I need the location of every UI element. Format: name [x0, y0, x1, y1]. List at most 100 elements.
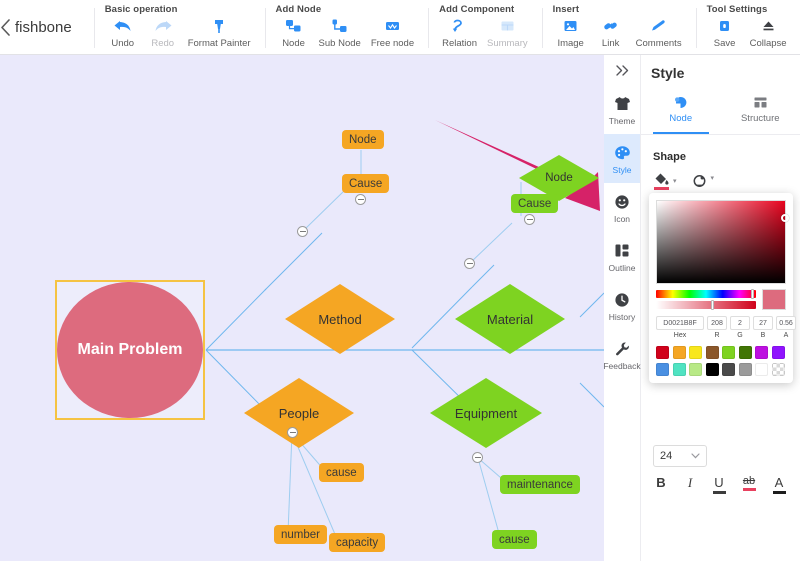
paint-brush-icon — [210, 16, 228, 36]
font-size-select[interactable]: 24 — [653, 445, 707, 467]
sidebar-item-theme[interactable]: Theme — [604, 85, 640, 134]
saturation-handle[interactable] — [781, 214, 789, 222]
collapse-label: Collapse — [749, 38, 787, 49]
sub-node-number[interactable]: number — [274, 525, 327, 544]
group-title: Tool Settings — [706, 4, 768, 15]
preset-swatch[interactable] — [738, 346, 752, 359]
sidebar-item-feedback[interactable]: Feedback — [603, 330, 641, 379]
preset-swatch[interactable] — [722, 362, 735, 376]
expand-panel-button[interactable] — [604, 55, 640, 85]
alpha-input[interactable] — [776, 316, 796, 330]
collapse-toggle[interactable] — [472, 452, 483, 463]
chevron-down-icon[interactable]: ▾ — [711, 174, 715, 182]
structure-grid-icon — [753, 94, 768, 111]
add-node-button[interactable]: Node — [274, 16, 314, 49]
preset-swatch[interactable] — [755, 346, 768, 359]
center-node[interactable]: Main Problem — [57, 282, 203, 418]
preset-swatch[interactable] — [722, 346, 735, 359]
branch-node-material[interactable]: Material — [455, 284, 565, 354]
font-color-button[interactable]: A — [771, 475, 787, 494]
hue-handle[interactable] — [751, 289, 754, 299]
preset-swatch[interactable] — [738, 362, 752, 376]
sidebar-item-label: Icon — [613, 213, 631, 224]
branch-node-equipment[interactable]: Equipment — [430, 378, 542, 448]
collapse-toggle[interactable] — [355, 194, 366, 205]
sub-node-cause-material[interactable]: Cause — [511, 194, 559, 213]
add-free-node-button[interactable]: Free node — [366, 16, 419, 49]
sub-node-cause-method[interactable]: Cause — [342, 174, 390, 193]
preset-swatch[interactable] — [689, 346, 702, 359]
document-title[interactable]: fishbone — [15, 0, 72, 55]
color-picker-popover[interactable]: Hex R G B A — [649, 193, 796, 383]
bold-button[interactable]: B — [653, 475, 669, 490]
sub-node-capacity[interactable]: capacity — [329, 533, 386, 552]
strikethrough-button[interactable]: ab — [740, 475, 758, 491]
preset-swatch[interactable] — [771, 362, 785, 376]
preset-swatch[interactable] — [672, 362, 686, 376]
collapse-toggle[interactable] — [524, 214, 535, 225]
saturation-value-area[interactable] — [656, 200, 789, 284]
fill-color-button[interactable]: ▾ — [653, 171, 677, 190]
hue-slider[interactable] — [656, 289, 756, 299]
free-node-icon — [384, 16, 401, 36]
save-button[interactable]: Save — [705, 16, 745, 49]
branch-node-people[interactable]: People — [244, 378, 354, 448]
font-size-value: 24 — [660, 450, 673, 462]
sub-node-node-left[interactable]: Node — [342, 130, 384, 149]
insert-link-button[interactable]: Link — [591, 16, 631, 49]
alpha-handle[interactable] — [711, 300, 714, 310]
font-color-label: A — [774, 475, 784, 490]
preset-swatch[interactable] — [755, 362, 768, 376]
format-painter-button[interactable]: Format Painter — [183, 16, 256, 49]
collapse-button[interactable]: Collapse — [745, 16, 792, 49]
sub-node-label: Cause — [349, 177, 383, 190]
italic-button[interactable]: I — [682, 475, 698, 491]
tab-node[interactable]: Node — [641, 91, 721, 134]
sidebar-item-outline[interactable]: Outline — [604, 232, 640, 281]
tab-structure[interactable]: Structure — [721, 91, 800, 134]
preset-swatch[interactable] — [656, 346, 669, 359]
summary-button[interactable]: Summary — [482, 16, 533, 49]
sidebar-item-style[interactable]: Style — [604, 134, 640, 183]
sub-node-maintenance[interactable]: maintenance — [500, 475, 580, 494]
undo-button[interactable]: Undo — [103, 16, 143, 49]
insert-image-button[interactable]: Image — [551, 16, 591, 49]
chevron-down-icon[interactable]: ▾ — [673, 177, 677, 185]
border-color-button[interactable]: ▾ — [691, 173, 715, 189]
redo-button[interactable]: Redo — [143, 16, 183, 49]
collapse-toggle[interactable] — [287, 427, 298, 438]
top-toolbar: fishbone Basic operation Undo Redo Forma… — [0, 0, 800, 55]
right-rail: Theme Style Icon Outline History Feedbac… — [603, 55, 641, 561]
relation-button[interactable]: Relation — [437, 16, 482, 49]
sidebar-item-icon[interactable]: Icon — [604, 183, 640, 232]
preset-swatch[interactable] — [656, 362, 669, 376]
node-icon — [285, 16, 302, 36]
sub-node-label: cause — [499, 533, 530, 546]
back-button[interactable] — [0, 0, 11, 55]
wrench-icon — [614, 339, 630, 359]
relation-arrow-icon — [451, 16, 468, 36]
tab-label: Node — [669, 113, 693, 124]
preset-swatch[interactable] — [705, 362, 719, 376]
insert-comments-button[interactable]: Comments — [631, 16, 687, 49]
preset-swatch[interactable] — [689, 362, 702, 376]
branch-node-method[interactable]: Method — [285, 284, 395, 354]
green-input[interactable] — [730, 316, 750, 330]
blue-input[interactable] — [753, 316, 773, 330]
collapse-toggle[interactable] — [297, 226, 308, 237]
sidebar-item-history[interactable]: History — [604, 281, 640, 330]
hex-input[interactable] — [656, 316, 704, 330]
underline-button[interactable]: U — [711, 475, 727, 494]
collapse-toggle[interactable] — [464, 258, 475, 269]
alpha-slider[interactable] — [656, 300, 756, 310]
preset-swatch[interactable] — [771, 346, 785, 359]
preset-swatch[interactable] — [705, 346, 719, 359]
green-label: G — [737, 332, 743, 339]
red-input[interactable] — [707, 316, 727, 330]
toolbar-group-insert: Insert Image Link Comments — [541, 0, 696, 55]
preset-swatch[interactable] — [672, 346, 686, 359]
sub-node-cause-people[interactable]: cause — [319, 463, 364, 482]
add-sub-node-button[interactable]: Sub Node — [314, 16, 366, 49]
sub-node-cause-equipment[interactable]: cause — [492, 530, 537, 549]
mindmap-canvas[interactable]: Main Problem Method Material People Equi… — [0, 55, 604, 561]
